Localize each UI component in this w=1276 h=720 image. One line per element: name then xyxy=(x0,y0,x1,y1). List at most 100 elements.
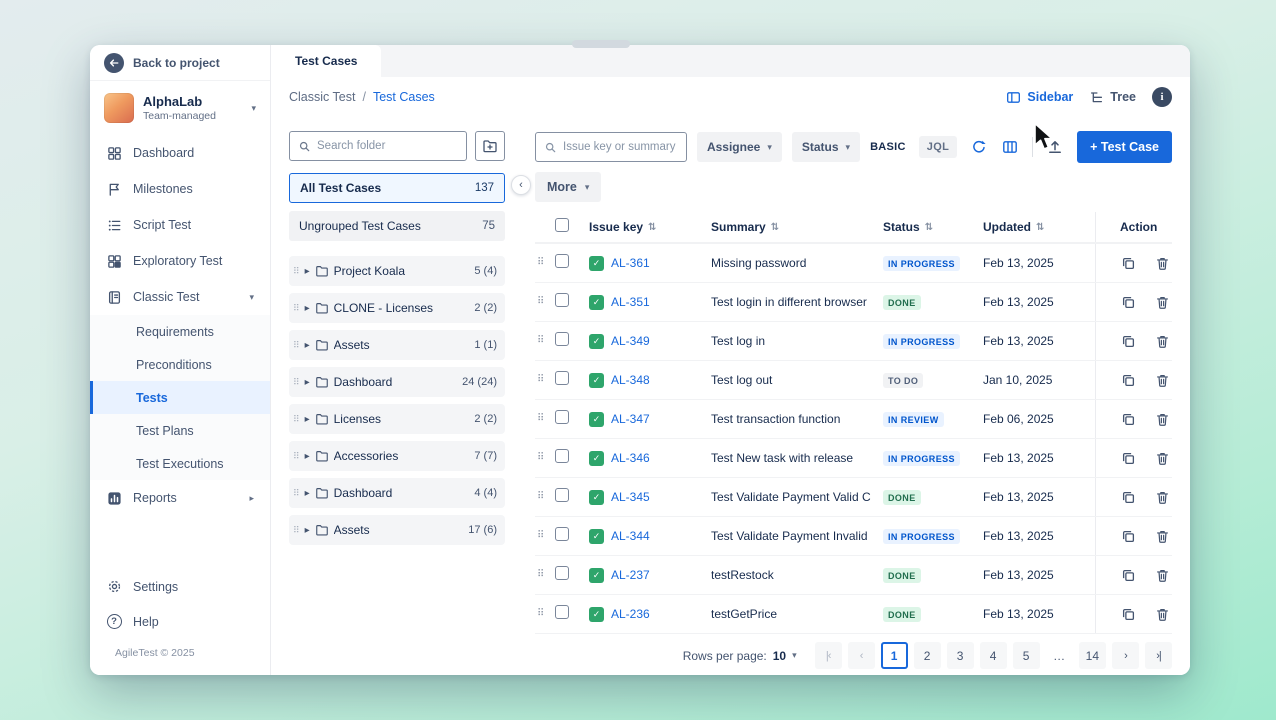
issue-key-link[interactable]: AL-345 xyxy=(611,490,650,504)
sidebar-item-dashboard[interactable]: Dashboard xyxy=(90,135,270,171)
drag-handle-icon[interactable]: ⠿ xyxy=(293,489,300,498)
issue-key-link[interactable]: AL-346 xyxy=(611,451,650,465)
folder-ungrouped-test-cases[interactable]: Ungrouped Test Cases 75 xyxy=(289,211,505,241)
folder-item[interactable]: ⠿ ▸ Assets 1 (1) xyxy=(289,330,505,360)
column-issue-key[interactable]: Issue key⇅ xyxy=(589,220,711,234)
trash-icon[interactable] xyxy=(1154,411,1171,428)
drag-handle-icon[interactable]: ⠿ xyxy=(535,453,555,463)
folder-item[interactable]: ⠿ ▸ Licenses 2 (2) xyxy=(289,404,505,434)
trash-icon[interactable] xyxy=(1154,528,1171,545)
trash-icon[interactable] xyxy=(1154,333,1171,350)
trash-icon[interactable] xyxy=(1154,450,1171,467)
folder-item[interactable]: ⠿ ▸ Project Koala 5 (4) xyxy=(289,256,505,286)
issue-key-link[interactable]: AL-237 xyxy=(611,568,650,582)
breadcrumb-classic-test[interactable]: Classic Test xyxy=(289,90,355,104)
row-checkbox[interactable] xyxy=(555,371,569,385)
trash-icon[interactable] xyxy=(1154,255,1171,272)
folder-item[interactable]: ⠿ ▸ Dashboard 4 (4) xyxy=(289,478,505,508)
column-status[interactable]: Status⇅ xyxy=(883,220,983,234)
info-icon[interactable]: i xyxy=(1152,87,1172,107)
table-row[interactable]: ⠿ ✓ AL-344 Test Validate Payment Invalid… xyxy=(535,517,1172,556)
drag-handle-icon[interactable]: ⠿ xyxy=(293,526,300,535)
issue-key-link[interactable]: AL-236 xyxy=(611,607,650,621)
row-checkbox[interactable] xyxy=(555,488,569,502)
sidebar-item-script-test[interactable]: Script Test xyxy=(90,207,270,243)
table-row[interactable]: ⠿ ✓ AL-347 Test transaction function IN … xyxy=(535,400,1172,439)
add-test-case-button[interactable]: + Test Case xyxy=(1077,131,1172,163)
drag-handle-icon[interactable]: ⠿ xyxy=(293,341,300,350)
column-updated[interactable]: Updated⇅ xyxy=(983,220,1095,234)
select-all-checkbox[interactable] xyxy=(555,218,569,232)
page-button[interactable]: 1 xyxy=(881,642,908,669)
folder-item[interactable]: ⠿ ▸ Assets 17 (6) xyxy=(289,515,505,545)
issue-key-link[interactable]: AL-347 xyxy=(611,412,650,426)
trash-icon[interactable] xyxy=(1154,567,1171,584)
copy-icon[interactable] xyxy=(1120,489,1137,506)
chevron-right-icon[interactable]: ▸ xyxy=(305,266,310,277)
row-checkbox[interactable] xyxy=(555,566,569,580)
settings-button[interactable]: Settings xyxy=(90,569,270,604)
status-filter[interactable]: Status ▾ xyxy=(792,132,860,162)
drag-handle-icon[interactable]: ⠿ xyxy=(535,258,555,268)
sidebar-item-preconditions[interactable]: Preconditions xyxy=(90,348,270,381)
drag-handle-icon[interactable]: ⠿ xyxy=(293,304,300,313)
more-filters-button[interactable]: More ▾ xyxy=(535,172,601,202)
folder-all-test-cases[interactable]: All Test Cases 137 xyxy=(289,173,505,203)
chevron-right-icon[interactable]: ▸ xyxy=(305,525,310,536)
drag-handle-icon[interactable]: ⠿ xyxy=(293,415,300,424)
sidebar-item-classic-test[interactable]: Classic Test ▾ xyxy=(90,279,270,315)
drag-handle-icon[interactable]: ⠿ xyxy=(293,378,300,387)
drag-handle-icon[interactable]: ⠿ xyxy=(293,452,300,461)
page-button[interactable]: 14 xyxy=(1079,642,1106,669)
refresh-icon[interactable] xyxy=(970,138,988,156)
copy-icon[interactable] xyxy=(1120,567,1137,584)
folder-search-input[interactable] xyxy=(317,140,458,152)
sidebar-item-tests[interactable]: Tests xyxy=(90,381,270,414)
trash-icon[interactable] xyxy=(1154,606,1171,623)
column-summary[interactable]: Summary⇅ xyxy=(711,220,883,234)
folder-item[interactable]: ⠿ ▸ Dashboard 24 (24) xyxy=(289,367,505,397)
page-button[interactable]: 4 xyxy=(980,642,1007,669)
issue-search-input[interactable] xyxy=(563,141,678,153)
drag-handle-icon[interactable]: ⠿ xyxy=(293,267,300,276)
help-button[interactable]: ? Help xyxy=(90,604,270,639)
issue-key-link[interactable]: AL-344 xyxy=(611,529,650,543)
sidebar-view-button[interactable]: Sidebar xyxy=(1006,90,1073,105)
table-row[interactable]: ⠿ ✓ AL-236 testGetPrice DONE Feb 13, 202… xyxy=(535,595,1172,634)
table-row[interactable]: ⠿ ✓ AL-346 Test New task with release IN… xyxy=(535,439,1172,478)
last-page-button[interactable]: ›| xyxy=(1145,642,1172,669)
drag-handle-icon[interactable]: ⠿ xyxy=(535,297,555,307)
drag-handle-icon[interactable]: ⠿ xyxy=(535,336,555,346)
chevron-right-icon[interactable]: ▸ xyxy=(305,488,310,499)
tab-test-cases[interactable]: Test Cases xyxy=(271,45,381,77)
copy-icon[interactable] xyxy=(1120,294,1137,311)
add-folder-button[interactable] xyxy=(475,131,505,161)
sidebar-item-test-plans[interactable]: Test Plans xyxy=(90,414,270,447)
sidebar-item-exploratory-test[interactable]: Exploratory Test xyxy=(90,243,270,279)
jql-mode-toggle[interactable]: JQL xyxy=(919,136,957,158)
drag-handle-icon[interactable]: ⠿ xyxy=(535,570,555,580)
table-row[interactable]: ⠿ ✓ AL-237 testRestock DONE Feb 13, 2025 xyxy=(535,556,1172,595)
drag-handle-icon[interactable]: ⠿ xyxy=(535,492,555,502)
trash-icon[interactable] xyxy=(1154,372,1171,389)
chevron-right-icon[interactable]: ▸ xyxy=(305,303,310,314)
copy-icon[interactable] xyxy=(1120,333,1137,350)
columns-icon[interactable] xyxy=(1001,138,1019,156)
assignee-filter[interactable]: Assignee ▾ xyxy=(697,132,782,162)
tree-view-button[interactable]: Tree xyxy=(1089,90,1136,105)
breadcrumb-test-cases[interactable]: Test Cases xyxy=(373,90,435,104)
chevron-right-icon[interactable]: ▸ xyxy=(305,414,310,425)
prev-page-button[interactable]: ‹ xyxy=(848,642,875,669)
page-button[interactable]: 5 xyxy=(1013,642,1040,669)
copy-icon[interactable] xyxy=(1120,372,1137,389)
next-page-button[interactable]: › xyxy=(1112,642,1139,669)
drag-handle-icon[interactable]: ⠿ xyxy=(535,531,555,541)
copy-icon[interactable] xyxy=(1120,255,1137,272)
trash-icon[interactable] xyxy=(1154,294,1171,311)
table-row[interactable]: ⠿ ✓ AL-361 Missing password IN PROGRESS … xyxy=(535,244,1172,283)
page-button[interactable]: 2 xyxy=(914,642,941,669)
row-checkbox[interactable] xyxy=(555,254,569,268)
issue-key-link[interactable]: AL-348 xyxy=(611,373,650,387)
copy-icon[interactable] xyxy=(1120,528,1137,545)
issue-key-link[interactable]: AL-351 xyxy=(611,295,650,309)
